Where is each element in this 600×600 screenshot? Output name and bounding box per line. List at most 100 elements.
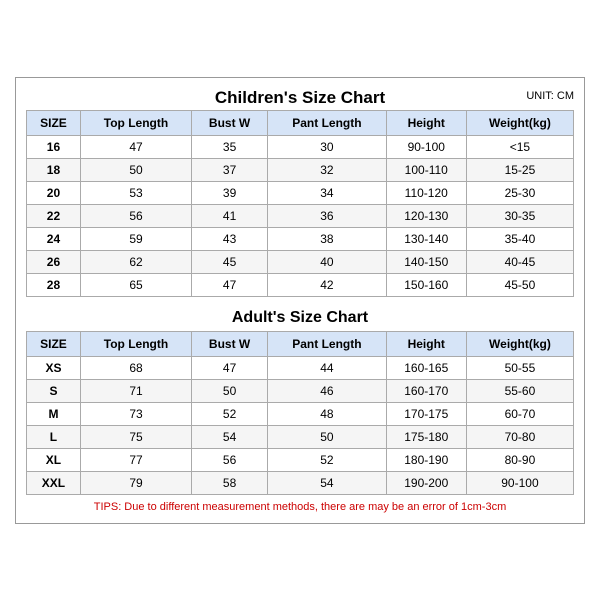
data-cell: 77 bbox=[80, 448, 191, 471]
data-cell: 41 bbox=[192, 204, 268, 227]
data-cell: 50 bbox=[192, 379, 268, 402]
data-cell: 39 bbox=[192, 181, 268, 204]
data-cell: 40 bbox=[268, 250, 386, 273]
data-cell: 43 bbox=[192, 227, 268, 250]
data-cell: 58 bbox=[192, 471, 268, 494]
children-col-top-length: Top Length bbox=[80, 110, 191, 135]
data-cell: 62 bbox=[80, 250, 191, 273]
data-cell: 79 bbox=[80, 471, 191, 494]
data-cell: 60-70 bbox=[466, 402, 573, 425]
data-cell: 52 bbox=[268, 448, 386, 471]
data-cell: <15 bbox=[466, 135, 573, 158]
size-col: 26 bbox=[27, 250, 81, 273]
children-col-pant: Pant Length bbox=[268, 110, 386, 135]
data-cell: 68 bbox=[80, 356, 191, 379]
data-cell: 46 bbox=[268, 379, 386, 402]
adult-size-table: SIZE Top Length Bust W Pant Length Heigh… bbox=[26, 331, 574, 495]
size-col: 24 bbox=[27, 227, 81, 250]
data-cell: 160-165 bbox=[386, 356, 466, 379]
table-row: S715046160-17055-60 bbox=[27, 379, 574, 402]
data-cell: 56 bbox=[192, 448, 268, 471]
size-col: XS bbox=[27, 356, 81, 379]
adult-col-bust: Bust W bbox=[192, 331, 268, 356]
table-row: 22564136120-13030-35 bbox=[27, 204, 574, 227]
data-cell: 45 bbox=[192, 250, 268, 273]
table-row: 24594338130-14035-40 bbox=[27, 227, 574, 250]
data-cell: 35 bbox=[192, 135, 268, 158]
children-header-row: SIZE Top Length Bust W Pant Length Heigh… bbox=[27, 110, 574, 135]
adult-col-top-length: Top Length bbox=[80, 331, 191, 356]
adult-col-pant: Pant Length bbox=[268, 331, 386, 356]
table-row: XS684744160-16550-55 bbox=[27, 356, 574, 379]
table-row: 1647353090-100<15 bbox=[27, 135, 574, 158]
size-col: S bbox=[27, 379, 81, 402]
data-cell: 71 bbox=[80, 379, 191, 402]
data-cell: 150-160 bbox=[386, 273, 466, 296]
data-cell: 56 bbox=[80, 204, 191, 227]
data-cell: 65 bbox=[80, 273, 191, 296]
data-cell: 35-40 bbox=[466, 227, 573, 250]
data-cell: 47 bbox=[192, 356, 268, 379]
data-cell: 80-90 bbox=[466, 448, 573, 471]
adult-col-height: Height bbox=[386, 331, 466, 356]
unit-label: UNIT: CM bbox=[526, 90, 574, 102]
data-cell: 130-140 bbox=[386, 227, 466, 250]
data-cell: 52 bbox=[192, 402, 268, 425]
children-title: Children's Size Chart UNIT: CM bbox=[26, 88, 574, 108]
data-cell: 75 bbox=[80, 425, 191, 448]
data-cell: 90-100 bbox=[386, 135, 466, 158]
data-cell: 54 bbox=[268, 471, 386, 494]
table-row: 26624540140-15040-45 bbox=[27, 250, 574, 273]
children-col-height: Height bbox=[386, 110, 466, 135]
data-cell: 40-45 bbox=[466, 250, 573, 273]
size-col: 20 bbox=[27, 181, 81, 204]
data-cell: 170-175 bbox=[386, 402, 466, 425]
data-cell: 90-100 bbox=[466, 471, 573, 494]
data-cell: 37 bbox=[192, 158, 268, 181]
size-col: 22 bbox=[27, 204, 81, 227]
adult-header-row: SIZE Top Length Bust W Pant Length Heigh… bbox=[27, 331, 574, 356]
adult-col-weight: Weight(kg) bbox=[466, 331, 573, 356]
data-cell: 50 bbox=[80, 158, 191, 181]
data-cell: 53 bbox=[80, 181, 191, 204]
table-row: 28654742150-16045-50 bbox=[27, 273, 574, 296]
data-cell: 120-130 bbox=[386, 204, 466, 227]
children-title-text: Children's Size Chart bbox=[215, 88, 385, 107]
size-col: XL bbox=[27, 448, 81, 471]
size-col: M bbox=[27, 402, 81, 425]
data-cell: 47 bbox=[192, 273, 268, 296]
data-cell: 45-50 bbox=[466, 273, 573, 296]
children-size-table: SIZE Top Length Bust W Pant Length Heigh… bbox=[26, 110, 574, 297]
data-cell: 50 bbox=[268, 425, 386, 448]
data-cell: 190-200 bbox=[386, 471, 466, 494]
table-row: 18503732100-11015-25 bbox=[27, 158, 574, 181]
children-col-weight: Weight(kg) bbox=[466, 110, 573, 135]
data-cell: 59 bbox=[80, 227, 191, 250]
data-cell: 32 bbox=[268, 158, 386, 181]
data-cell: 15-25 bbox=[466, 158, 573, 181]
data-cell: 100-110 bbox=[386, 158, 466, 181]
data-cell: 110-120 bbox=[386, 181, 466, 204]
children-col-bust: Bust W bbox=[192, 110, 268, 135]
data-cell: 25-30 bbox=[466, 181, 573, 204]
data-cell: 55-60 bbox=[466, 379, 573, 402]
size-col: 18 bbox=[27, 158, 81, 181]
data-cell: 54 bbox=[192, 425, 268, 448]
data-cell: 30 bbox=[268, 135, 386, 158]
size-col: XXL bbox=[27, 471, 81, 494]
data-cell: 160-170 bbox=[386, 379, 466, 402]
data-cell: 180-190 bbox=[386, 448, 466, 471]
table-row: L755450175-18070-80 bbox=[27, 425, 574, 448]
data-cell: 42 bbox=[268, 273, 386, 296]
table-row: M735248170-17560-70 bbox=[27, 402, 574, 425]
table-row: 20533934110-12025-30 bbox=[27, 181, 574, 204]
adult-col-size: SIZE bbox=[27, 331, 81, 356]
table-row: XL775652180-19080-90 bbox=[27, 448, 574, 471]
size-col: 28 bbox=[27, 273, 81, 296]
children-col-size: SIZE bbox=[27, 110, 81, 135]
size-chart-container: Children's Size Chart UNIT: CM SIZE Top … bbox=[15, 77, 585, 524]
data-cell: 48 bbox=[268, 402, 386, 425]
data-cell: 30-35 bbox=[466, 204, 573, 227]
data-cell: 38 bbox=[268, 227, 386, 250]
data-cell: 47 bbox=[80, 135, 191, 158]
